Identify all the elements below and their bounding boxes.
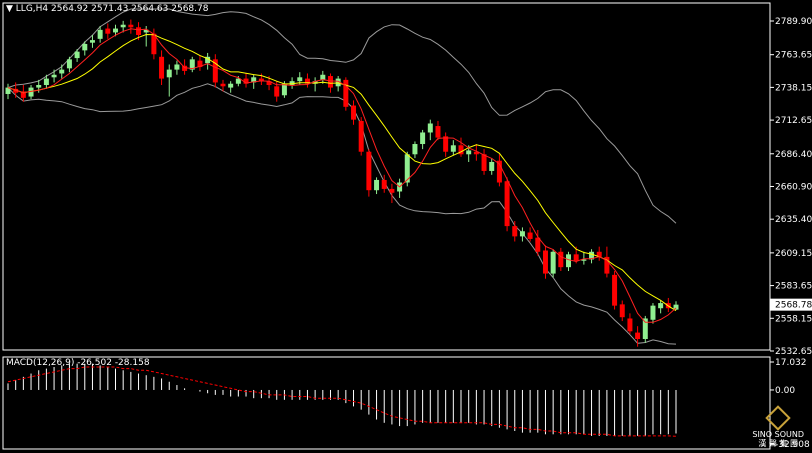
candle-body: [504, 181, 510, 227]
price-tick-label: 2583.65: [775, 282, 812, 292]
price-tick-label: 2712.65: [775, 116, 812, 126]
candle-body: [612, 274, 618, 306]
candle-body: [658, 303, 664, 309]
candle-body: [66, 59, 72, 69]
candle-body: [566, 254, 572, 268]
macd-tick-label: 0.00: [775, 386, 795, 396]
candle-body: [120, 24, 126, 28]
logo-subtext: 漢 聲 集 團: [758, 439, 798, 448]
candle-body: [489, 161, 495, 171]
candle-body: [389, 188, 395, 193]
candle-body: [43, 78, 49, 86]
candle-body: [89, 40, 95, 43]
symbol-header: ▼ LLG,H4 2564.92 2571.43 2564.63 2568.78: [6, 4, 208, 14]
candle-body: [351, 105, 357, 120]
price-tick-label: 2558.15: [775, 314, 812, 324]
candle-body: [374, 179, 380, 191]
candle-body: [542, 250, 548, 274]
price-tick-label: 2635.40: [775, 215, 812, 225]
candle-body: [381, 179, 387, 189]
candle-body: [527, 232, 533, 239]
candle-body: [512, 226, 518, 237]
candle-body: [112, 28, 118, 33]
candle-body: [174, 64, 180, 70]
candle-body: [166, 69, 172, 78]
price-tick-label: 2660.90: [775, 182, 812, 192]
candle-body: [466, 150, 472, 155]
candle-body: [435, 126, 441, 138]
candle-body: [635, 332, 641, 340]
candle-body: [136, 27, 142, 35]
price-tick-label: 2609.15: [775, 249, 812, 259]
candle-body: [627, 318, 633, 332]
candle-body: [182, 65, 188, 71]
candle-body: [558, 251, 564, 268]
chart-canvas: 2789.90 2763.65 2738.15 2712.65 2686.40 2660.…: [0, 0, 812, 453]
candle-body: [220, 83, 226, 87]
dropdown-triangle-icon[interactable]: ▼: [6, 4, 13, 14]
logo-text: SINO SOUND: [752, 430, 804, 439]
price-tick-label: 2532.65: [775, 347, 812, 357]
candle-body: [420, 132, 426, 145]
candle-body: [82, 43, 88, 51]
sino-sound-logo: SINO SOUND 漢 聲 集 團: [752, 405, 804, 448]
candle-body: [481, 154, 487, 171]
candle-body: [443, 136, 449, 152]
candle-body: [105, 28, 111, 34]
candle-body: [159, 56, 165, 79]
candle-body: [74, 51, 80, 59]
symbol-ohlc-text: LLG,H4 2564.92 2571.43 2564.63 2568.78: [15, 4, 209, 14]
price-tick-label: 2738.15: [775, 83, 812, 93]
price-tick-label: 2789.90: [775, 17, 812, 27]
candle-body: [59, 69, 65, 74]
candle-body: [297, 77, 303, 82]
candle-body: [36, 85, 42, 88]
candle-body: [327, 76, 333, 88]
candle-body: [573, 254, 579, 261]
candle-body: [550, 251, 556, 274]
chart-background: [0, 0, 812, 453]
candle-body: [343, 79, 349, 107]
candle-body: [51, 74, 57, 78]
price-tick-label: 2686.40: [775, 150, 812, 160]
candle-body: [412, 144, 418, 155]
candle-body: [519, 231, 525, 237]
macd-tick-label: 17.032: [775, 358, 807, 368]
candle-body: [228, 83, 234, 88]
candle-body: [366, 151, 372, 191]
candle-body: [673, 304, 679, 310]
candle-body: [128, 24, 134, 28]
candle-body: [619, 304, 625, 318]
macd-header: MACD(12,26,9) -26.502 -28.158: [6, 358, 150, 368]
candle-body: [97, 29, 103, 39]
candle-body: [650, 305, 656, 320]
candle-body: [358, 120, 364, 152]
current-price-label: 2568.78: [775, 301, 812, 311]
price-tick-label: 2763.65: [775, 51, 812, 61]
candle-body: [427, 123, 433, 133]
candle-body: [450, 145, 456, 152]
logo-diamond-icon: [765, 405, 791, 431]
candle-body: [274, 86, 280, 97]
